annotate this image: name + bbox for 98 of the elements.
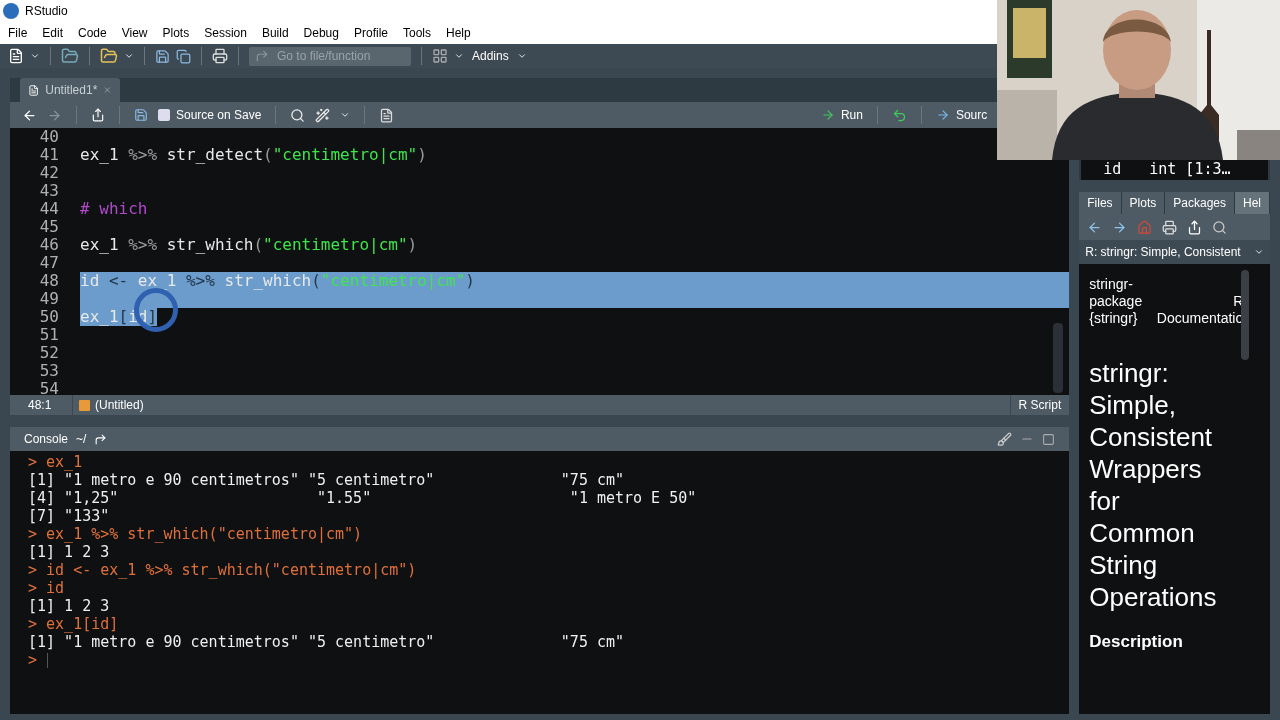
source-button[interactable]: Sourc	[935, 106, 988, 124]
back-icon[interactable]	[1087, 219, 1103, 235]
arrow-icon	[935, 108, 950, 122]
caret-icon	[516, 51, 527, 61]
menu-item[interactable]: Build	[255, 24, 295, 42]
notebook-icon[interactable]	[379, 107, 395, 123]
section-heading: Description	[1089, 631, 1184, 653]
source-on-save-checkbox[interactable]: Source on Save	[158, 106, 262, 124]
variable-value: int [1:3…	[1149, 158, 1231, 180]
console-prompt: >	[28, 651, 38, 669]
caret-icon[interactable]	[340, 110, 351, 120]
line-number: 45	[38, 218, 60, 236]
back-icon[interactable]	[22, 107, 37, 123]
pane-tab[interactable]: Hel	[1235, 192, 1270, 214]
print-icon[interactable]	[212, 48, 228, 64]
window-title: RStudio	[25, 3, 68, 20]
arrow-icon	[255, 49, 269, 63]
line-number: 50	[38, 308, 60, 326]
menu-item[interactable]: Tools	[397, 24, 437, 42]
run-button[interactable]: Run	[820, 106, 863, 124]
variable-name: id	[1102, 158, 1123, 180]
show-in-window-icon[interactable]	[91, 108, 105, 122]
line-number: 48	[38, 272, 60, 290]
r-logo-icon	[3, 3, 19, 19]
menu-item[interactable]: File	[2, 24, 34, 42]
package-label: stringr-package {stringr}	[1089, 276, 1144, 327]
console-command: > ex_1	[28, 453, 84, 471]
rerun-icon[interactable]	[891, 107, 907, 123]
forward-icon[interactable]	[1112, 219, 1128, 235]
scope-selector[interactable]: (Untitled)	[73, 396, 144, 414]
line-number: 42	[38, 164, 60, 182]
search-icon[interactable]	[290, 107, 306, 123]
pane-tab[interactable]: Files	[1079, 192, 1122, 214]
line-number: 47	[38, 254, 60, 272]
caret-icon[interactable]	[124, 51, 134, 61]
line-number: 51	[38, 326, 60, 344]
code-line: ex_1 %>% str_which("centimetro|cm")	[80, 236, 418, 254]
file-type-selector[interactable]: R Script	[1009, 395, 1070, 415]
go-to-directory-icon[interactable]	[94, 432, 108, 446]
line-number: 46	[38, 236, 60, 254]
menu-item[interactable]: Profile	[347, 24, 394, 42]
line-number: 44	[38, 200, 60, 218]
console-tab[interactable]: Console	[24, 430, 69, 448]
console-output: [7] "133"	[28, 507, 111, 525]
r-file-icon	[28, 83, 40, 97]
caret-icon	[1254, 247, 1264, 257]
text-cursor	[47, 652, 49, 668]
menu-item[interactable]: View	[115, 24, 154, 42]
console-output: [1] 1 2 3	[28, 597, 111, 615]
console-command: > id <- ex_1 %>% str_which("centimetro|cm")	[28, 561, 418, 579]
console-command: > ex_1[id]	[28, 615, 120, 633]
pane-tab[interactable]: Packages	[1165, 192, 1235, 214]
console-output: [1] "1 metro e 90 centimetros" "5 centimetro" "75 cm"	[28, 471, 626, 489]
print-icon[interactable]	[1162, 219, 1178, 235]
save-all-icon[interactable]	[176, 48, 191, 64]
show-in-window-icon[interactable]	[1187, 219, 1203, 235]
line-number: 43	[38, 182, 60, 200]
menu-item[interactable]: Debug	[297, 24, 345, 42]
editor-tab[interactable]: Untitled1*	[20, 78, 120, 102]
cursor-position: 48:1	[27, 397, 53, 414]
line-number: 53	[38, 362, 60, 380]
clear-console-icon[interactable]	[997, 431, 1013, 447]
addins-menu[interactable]: Addins	[472, 47, 527, 65]
scrollbar[interactable]	[1053, 323, 1064, 393]
arrow-icon	[820, 108, 835, 122]
menu-item[interactable]: Code	[72, 24, 113, 42]
code-line: # which	[80, 200, 148, 218]
maximize-icon[interactable]	[1042, 432, 1056, 446]
menu-item[interactable]: Edit	[36, 24, 70, 42]
menu-item[interactable]: Session	[198, 24, 253, 42]
console-path: ~/	[76, 431, 87, 448]
console-output: [1] 1 2 3	[28, 543, 111, 561]
console-command: > ex_1 %>% str_which("centimetro|cm")	[28, 525, 364, 543]
line-number: 52	[38, 344, 60, 362]
help-title: stringr: Simple, Consistent Wrappers for Common String Operations	[1089, 357, 1218, 613]
menu-item[interactable]: Plots	[156, 24, 196, 42]
search-icon[interactable]	[1212, 219, 1228, 235]
line-number: 49	[38, 290, 60, 308]
caret-icon[interactable]	[454, 51, 464, 61]
save-icon[interactable]	[134, 108, 148, 122]
forward-icon[interactable]	[47, 107, 62, 123]
open-folder-icon[interactable]	[100, 47, 118, 65]
grid-icon[interactable]	[432, 48, 448, 64]
console-output: [1] "1 metro e 90 centimetros" "5 centimetro" "75 cm"	[28, 633, 626, 651]
magic-wand-icon[interactable]	[315, 107, 331, 123]
console-output: [4] "1,25" "1.55" "1 metro E 50"	[28, 489, 698, 507]
code-line: ex_1 %>% str_detect("centimetro|cm")	[80, 146, 427, 164]
save-icon[interactable]	[155, 48, 170, 64]
menu-item[interactable]: Help	[440, 24, 477, 42]
line-number: 54	[38, 380, 60, 395]
new-file-icon[interactable]	[8, 48, 24, 64]
scrollbar[interactable]	[1241, 270, 1250, 360]
topic-dropdown[interactable]: R: stringr: Simple, Consistent	[1079, 240, 1270, 264]
line-number: 41	[38, 146, 60, 164]
console-command: > id	[28, 579, 66, 597]
line-number: 40	[38, 128, 60, 146]
caret-icon[interactable]	[30, 51, 40, 61]
pane-tab[interactable]: Plots	[1121, 192, 1166, 214]
